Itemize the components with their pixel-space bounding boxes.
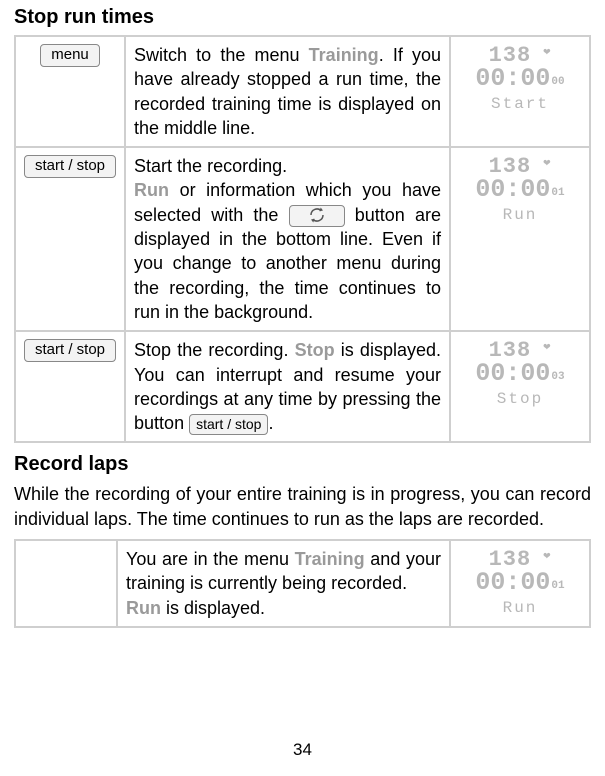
lcd-display: 138❤ 00:0000 Start [475,43,564,113]
cell-description: Switch to the menu Training. If you have… [125,36,450,147]
intro-record-laps: While the recording of your entire train… [14,482,591,531]
cell-screen: 138❤ 00:0001 Run [450,147,590,331]
table-record-laps: You are in the menu Training and your tr… [14,539,591,628]
heart-icon: ❤ [543,156,551,170]
text: Start the recording. [134,154,441,178]
keyword-stop: Stop [295,340,335,360]
menu-button: menu [40,44,100,67]
table-row: menu Switch to the menu Training. If you… [15,36,590,147]
lcd-time: 00:00 [475,568,550,597]
lcd-display: 138❤ 00:0003 Stop [475,338,564,408]
keyword-run: Run [134,180,169,200]
cell-description: Start the recording. Run or information … [125,147,450,331]
cycle-icon [308,206,326,224]
lcd-time-sub: 03 [551,371,564,383]
text: Stop the recording. [134,340,295,360]
cell-description: Stop the recording. Stop is displayed. Y… [125,331,450,442]
lcd-time-sub: 01 [551,187,564,199]
text: is displayed. [161,598,265,618]
cell-screen: 138❤ 00:0000 Start [450,36,590,147]
lcd-status: Start [475,95,564,113]
lcd-time-sub: 00 [551,76,564,88]
keyword-run: Run [126,598,161,618]
cell-button: start / stop [15,147,125,331]
heading-record-laps: Record laps [14,453,591,476]
text: . [268,413,273,433]
lcd-status: Run [475,206,564,224]
cell-button [15,540,117,627]
keyword-training: Training [295,549,365,569]
lcd-time: 00:00 [475,64,550,93]
table-row: start / stop Start the recording. Run or… [15,147,590,331]
keyword-training: Training [309,45,379,65]
cell-screen: 138❤ 00:0003 Stop [450,331,590,442]
lcd-time: 00:00 [475,359,550,388]
text: Switch to the menu [134,45,309,65]
start-stop-button-inline: start / stop [189,414,268,435]
heart-icon: ❤ [543,45,551,59]
table-row: start / stop Stop the recording. Stop is… [15,331,590,442]
heading-stop-run-times: Stop run times [14,6,591,29]
cell-button: start / stop [15,331,125,442]
cycle-button [289,205,345,227]
page-number: 34 [0,740,605,760]
heart-icon: ❤ [543,340,551,354]
start-stop-button: start / stop [24,155,116,178]
lcd-time: 00:00 [475,175,550,204]
lcd-display: 138❤ 00:0001 Run [475,154,564,224]
table-stop-run-times: menu Switch to the menu Training. If you… [14,35,591,443]
text: You are in the menu [126,549,295,569]
cell-description: You are in the menu Training and your tr… [117,540,450,627]
heart-icon: ❤ [543,549,551,563]
lcd-status: Run [475,599,564,617]
lcd-status: Stop [475,390,564,408]
table-row: You are in the menu Training and your tr… [15,540,590,627]
lcd-display: 138❤ 00:0001 Run [475,547,564,617]
lcd-time-sub: 01 [551,580,564,592]
cell-button: menu [15,36,125,147]
start-stop-button: start / stop [24,339,116,362]
cell-screen: 138❤ 00:0001 Run [450,540,590,627]
